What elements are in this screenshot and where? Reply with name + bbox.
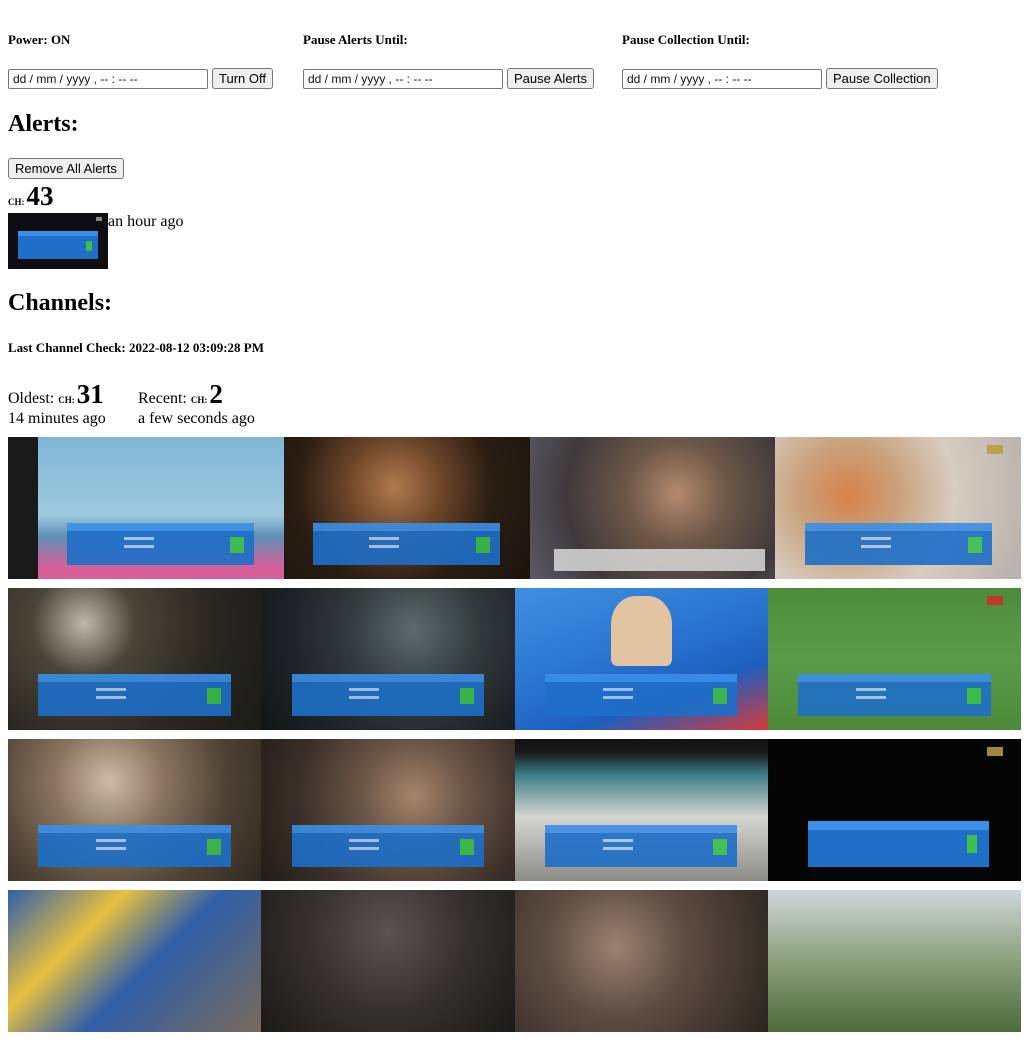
power-datetime-input[interactable]: dd / mm / yyyy , -- : -- -- xyxy=(8,68,208,89)
channel-grid xyxy=(8,437,1021,1041)
osd-overlay xyxy=(291,674,485,716)
badge-icon xyxy=(96,217,102,221)
osd-overlay xyxy=(291,825,485,867)
osd-overlay xyxy=(804,523,992,565)
channel-thumbnail[interactable] xyxy=(261,588,515,730)
recent-channel: Recent: CH: 2 a few seconds ago xyxy=(138,380,255,428)
channel-logo-icon xyxy=(987,596,1003,605)
last-channel-check: Last Channel Check: 2022-08-12 03:09:28 … xyxy=(8,340,265,355)
alert-ch-prefix: CH: xyxy=(8,197,25,207)
channel-grid-row xyxy=(8,588,1021,730)
channel-thumbnail[interactable] xyxy=(767,588,1021,730)
power-control: Power: ON dd / mm / yyyy , -- : -- -- Tu… xyxy=(8,32,273,89)
pause-collection-datetime-input[interactable]: dd / mm / yyyy , -- : -- -- xyxy=(622,68,822,89)
power-status: Power: ON xyxy=(8,32,71,47)
channel-thumbnail[interactable] xyxy=(514,890,768,1032)
osd-overlay xyxy=(544,825,738,867)
channel-thumbnail[interactable] xyxy=(261,739,515,881)
oldest-channel: Oldest: CH: 31 14 minutes ago xyxy=(8,380,106,428)
channel-logo-icon xyxy=(987,747,1003,756)
channel-thumbnail[interactable] xyxy=(8,739,262,881)
alerts-heading: Alerts: xyxy=(8,111,79,137)
channel-thumbnail[interactable] xyxy=(8,890,262,1032)
channels-heading: Channels: xyxy=(8,290,113,316)
oldest-time: 14 minutes ago xyxy=(8,410,106,427)
osd-overlay xyxy=(18,231,98,259)
osd-overlay xyxy=(38,674,231,716)
pause-collection-button[interactable]: Pause Collection xyxy=(826,68,938,89)
osd-overlay xyxy=(807,821,989,867)
recent-channel-number: 2 xyxy=(209,379,223,409)
recent-time: a few seconds ago xyxy=(138,410,255,427)
pause-collection-label: Pause Collection Until: xyxy=(622,32,750,47)
recent-ch-prefix: CH: xyxy=(190,395,208,405)
osd-overlay xyxy=(38,825,231,867)
pause-alerts-button[interactable]: Pause Alerts xyxy=(507,68,594,89)
alert-channel: CH: 43 xyxy=(8,182,54,210)
remove-all-alerts-button[interactable]: Remove All Alerts xyxy=(8,158,124,179)
channel-logo-icon xyxy=(987,445,1003,454)
channel-thumbnail[interactable] xyxy=(767,739,1021,881)
caption-bar xyxy=(554,549,766,571)
recent-label: Recent: xyxy=(138,390,187,407)
pause-alerts-control: Pause Alerts Until: dd / mm / yyyy , -- … xyxy=(303,32,594,89)
channel-thumbnail[interactable] xyxy=(261,890,515,1032)
channel-thumbnail[interactable] xyxy=(775,437,1021,579)
alert-thumbnail[interactable] xyxy=(8,213,108,269)
channel-thumbnail[interactable] xyxy=(8,588,262,730)
alert-channel-number: 43 xyxy=(26,181,54,211)
pause-alerts-datetime-input[interactable]: dd / mm / yyyy , -- : -- -- xyxy=(303,68,503,89)
channel-grid-row xyxy=(8,890,1021,1032)
osd-overlay xyxy=(67,523,255,565)
pause-collection-control: Pause Collection Until: dd / mm / yyyy ,… xyxy=(622,32,938,89)
osd-overlay xyxy=(544,674,738,716)
oldest-channel-number: 31 xyxy=(76,379,104,409)
turn-off-button[interactable]: Turn Off xyxy=(212,68,273,89)
control-panel: Power: ON dd / mm / yyyy , -- : -- -- Tu… xyxy=(0,0,1029,100)
pause-alerts-label: Pause Alerts Until: xyxy=(303,32,408,47)
osd-overlay xyxy=(313,523,501,565)
osd-overlay xyxy=(798,674,991,716)
channel-grid-row xyxy=(8,739,1021,881)
channel-thumbnail[interactable] xyxy=(767,890,1021,1032)
presenter-figure xyxy=(610,596,672,666)
channel-thumbnail[interactable] xyxy=(529,437,776,579)
oldest-ch-prefix: CH: xyxy=(58,395,75,405)
channel-thumbnail[interactable] xyxy=(514,588,768,730)
channel-thumbnail[interactable] xyxy=(514,739,768,881)
channel-grid-row xyxy=(8,437,1021,579)
alert-time: an hour ago xyxy=(108,213,184,230)
channel-thumbnail[interactable] xyxy=(283,437,530,579)
channel-thumbnail[interactable] xyxy=(8,437,284,579)
oldest-label: Oldest: xyxy=(8,390,55,407)
